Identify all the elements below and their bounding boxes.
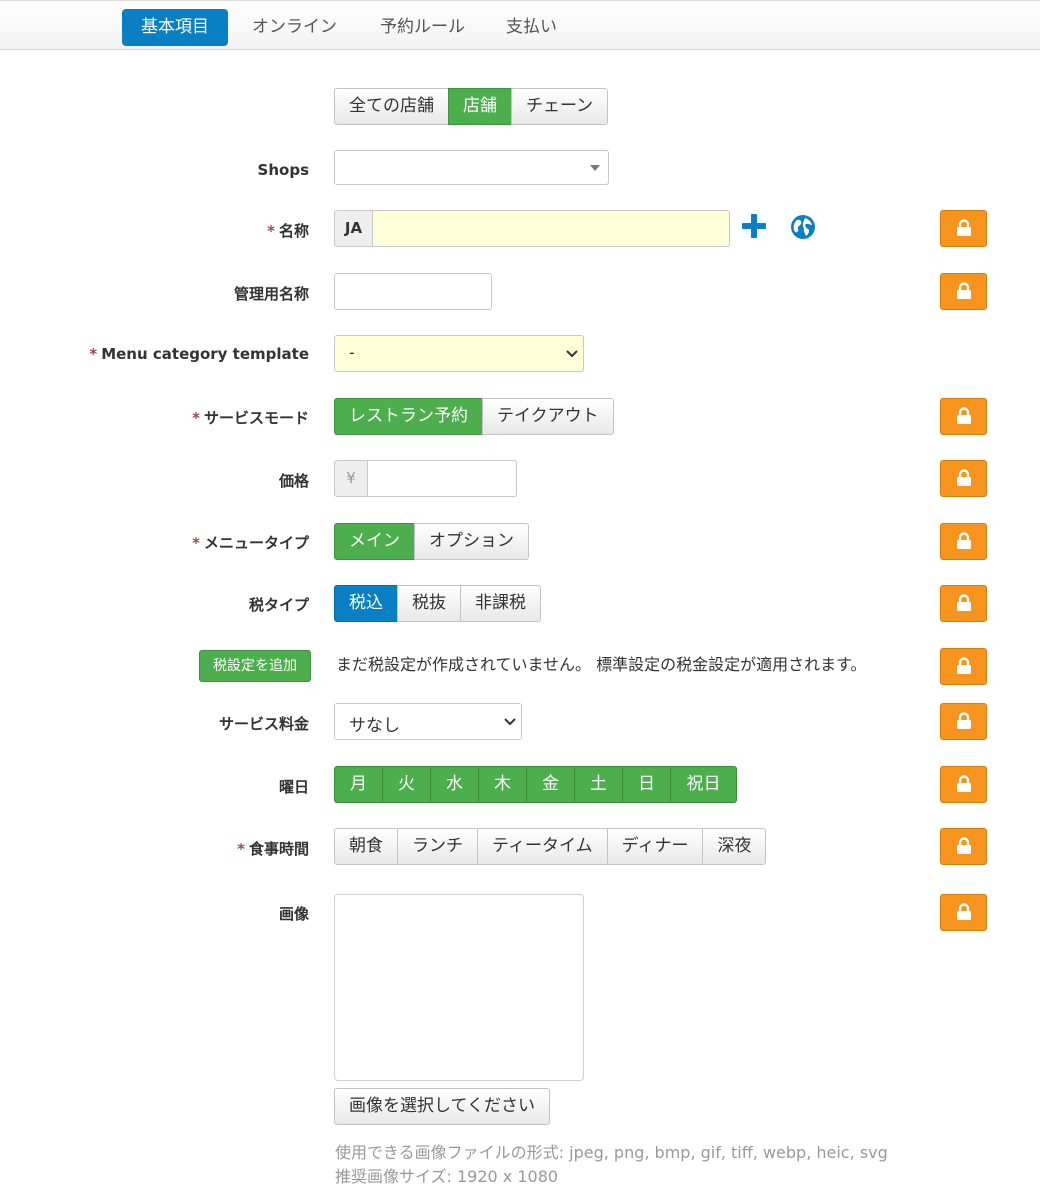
- tax-type-group: 税込 税抜 非課税: [334, 585, 541, 622]
- service-mode-restaurant-button[interactable]: レストラン予約: [334, 398, 483, 435]
- meal-time-group: 朝食 ランチ ティータイム ディナー 深夜: [334, 828, 767, 865]
- scope-all-shops-button[interactable]: 全ての店舗: [334, 88, 449, 125]
- tax-type-included-button[interactable]: 税込: [334, 585, 398, 622]
- lock-icon: [957, 903, 971, 920]
- tax-type-excluded-button[interactable]: 税抜: [397, 585, 461, 622]
- globe-icon[interactable]: [790, 214, 816, 244]
- lock-service-mode-button[interactable]: [940, 398, 987, 435]
- scope-button-group: 全ての店舗 店舗 チェーン: [334, 88, 609, 125]
- image-size-hint: 推奨画像サイズ: 1920 x 1080: [335, 1167, 559, 1186]
- lock-tax-setting-button[interactable]: [940, 648, 987, 685]
- meal-time-lunch-button[interactable]: ランチ: [397, 828, 478, 865]
- select-image-button[interactable]: 画像を選択してください: [334, 1088, 550, 1125]
- scope-chain-button[interactable]: チェーン: [511, 88, 609, 125]
- weekday-sun-button[interactable]: 日: [622, 766, 671, 803]
- admin-name-label: 管理用名称: [233, 285, 309, 303]
- weekday-thu-button[interactable]: 木: [478, 766, 527, 803]
- chevron-down-icon: [504, 718, 516, 726]
- tax-type-exempt-button[interactable]: 非課税: [460, 585, 541, 622]
- shops-label: Shops: [257, 161, 309, 179]
- lock-price-button[interactable]: [940, 460, 987, 497]
- lock-icon: [957, 407, 971, 424]
- price-input[interactable]: [367, 460, 517, 497]
- weekday-sat-button[interactable]: 土: [574, 766, 623, 803]
- meal-time-dinner-button[interactable]: ディナー: [606, 828, 704, 865]
- caret-down-icon: [590, 165, 600, 171]
- lock-icon: [957, 219, 971, 236]
- lock-icon: [957, 837, 971, 854]
- service-mode-takeout-button[interactable]: テイクアウト: [482, 398, 614, 435]
- lock-icon: [957, 657, 971, 674]
- name-label: * 名称: [267, 222, 309, 240]
- language-addon: JA: [334, 210, 373, 247]
- lock-image-button[interactable]: [940, 894, 987, 931]
- lock-tax-type-button[interactable]: [940, 585, 987, 622]
- lock-icon: [957, 712, 971, 729]
- lock-icon: [957, 532, 971, 549]
- menu-category-template-value: -: [349, 343, 355, 362]
- service-charge-label: サービス料金: [218, 715, 309, 733]
- menu-type-group: メイン オプション: [334, 523, 529, 560]
- lock-icon: [957, 469, 971, 486]
- menu-type-label: * メニュータイプ: [192, 534, 309, 552]
- weekdays-group: 月 火 水 木 金 土 日 祝日: [334, 766, 737, 803]
- plus-icon[interactable]: [741, 213, 767, 243]
- menu-type-main-button[interactable]: メイン: [334, 523, 415, 560]
- chevron-down-icon: [566, 350, 578, 358]
- service-charge-value: サなし: [349, 716, 400, 736]
- image-label: 画像: [278, 905, 309, 923]
- currency-addon: ¥: [334, 460, 368, 497]
- weekday-holiday-button[interactable]: 祝日: [670, 766, 737, 803]
- lock-menu-type-button[interactable]: [940, 523, 987, 560]
- lock-name-button[interactable]: [940, 210, 987, 247]
- meal-time-breakfast-button[interactable]: 朝食: [334, 828, 398, 865]
- weekday-fri-button[interactable]: 金: [526, 766, 575, 803]
- tax-setting-message: まだ税設定が作成されていません。 標準設定の税金設定が適用されます。: [336, 655, 867, 674]
- meal-time-label: * 食事時間: [237, 840, 309, 858]
- service-mode-group: レストラン予約 テイクアウト: [334, 398, 614, 435]
- lock-meal-time-button[interactable]: [940, 828, 987, 865]
- tab-basic[interactable]: 基本項目: [122, 9, 228, 46]
- name-input[interactable]: [372, 210, 730, 247]
- select-image-group: 画像を選択してください: [334, 1088, 550, 1125]
- tab-online[interactable]: オンライン: [233, 9, 356, 46]
- top-tab-bar: 基本項目 オンライン 予約ルール 支払い: [0, 0, 1040, 50]
- weekday-wed-button[interactable]: 水: [430, 766, 479, 803]
- lock-weekdays-button[interactable]: [940, 766, 987, 803]
- tab-payment[interactable]: 支払い: [487, 9, 576, 46]
- service-mode-label: * サービスモード: [192, 409, 309, 427]
- scope-shop-button[interactable]: 店舗: [448, 88, 512, 125]
- lock-icon: [957, 594, 971, 611]
- tax-type-label: 税タイプ: [248, 596, 309, 614]
- meal-time-latenight-button[interactable]: 深夜: [702, 828, 767, 865]
- image-formats-hint: 使用できる画像ファイルの形式: jpeg, png, bmp, gif, tif…: [335, 1143, 888, 1162]
- shops-select[interactable]: [334, 150, 609, 185]
- menu-category-template-label: * Menu category template: [89, 345, 309, 363]
- add-tax-setting-button[interactable]: 税設定を追加: [199, 650, 311, 682]
- lock-admin-name-button[interactable]: [940, 273, 987, 310]
- price-label: 価格: [278, 472, 309, 490]
- lock-service-charge-button[interactable]: [940, 703, 987, 740]
- lock-icon: [957, 775, 971, 792]
- admin-name-input[interactable]: [334, 273, 492, 310]
- menu-category-template-select[interactable]: -: [334, 335, 584, 372]
- weekdays-label: 曜日: [278, 778, 309, 796]
- weekday-tue-button[interactable]: 火: [382, 766, 431, 803]
- tab-reservation-rules[interactable]: 予約ルール: [361, 9, 484, 46]
- menu-type-option-button[interactable]: オプション: [414, 523, 529, 560]
- meal-time-teatime-button[interactable]: ティータイム: [477, 828, 608, 865]
- lock-icon: [957, 282, 971, 299]
- weekday-mon-button[interactable]: 月: [334, 766, 383, 803]
- service-charge-select[interactable]: サなし: [334, 703, 522, 740]
- image-preview: [334, 894, 584, 1081]
